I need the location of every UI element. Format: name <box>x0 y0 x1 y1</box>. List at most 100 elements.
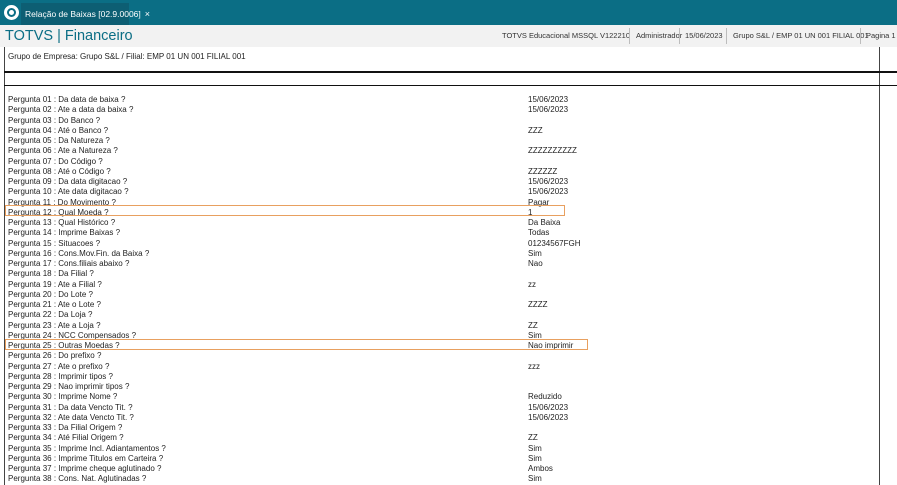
close-icon[interactable]: × <box>145 9 150 19</box>
question-label: Pergunta 31 : Da data Vencto Tit. ? <box>8 402 133 412</box>
question-label: Pergunta 04 : Até o Banco ? <box>8 125 109 135</box>
question-label: Pergunta 21 : Ate o Lote ? <box>8 300 101 309</box>
list-item: Pergunta 33 : Da Filial Origem ? <box>8 423 888 433</box>
divider <box>4 71 897 73</box>
branch-label[interactable]: Grupo S&L / EMP 01 UN 001 FILIAL 001 <box>733 25 869 47</box>
divider <box>860 28 861 44</box>
question-label: Pergunta 22 : Da Loja ? <box>8 310 93 320</box>
list-item: Pergunta 35 : Imprime Incl. Adiantamento… <box>8 444 888 454</box>
answer-value: Todas <box>528 228 550 238</box>
answer-value: ZZZ <box>528 125 543 135</box>
question-label: Pergunta 38 : Cons. Nat. Aglutinadas ? <box>8 474 147 484</box>
question-label: Pergunta 15 : Situacoes ? <box>8 238 101 248</box>
question-label: Pergunta 14 : Imprime Baixas ? <box>8 228 121 238</box>
list-item: Pergunta 17 : Cons.filiais abaixo ? Nao <box>8 259 888 269</box>
top-bar: Relação de Baixas [02.9.0006] × <box>0 0 897 25</box>
list-item: Pergunta 04 : Até o Banco ? ZZZ <box>8 126 888 136</box>
highlight-box <box>5 205 565 216</box>
question-label: Pergunta 06 : Ate a Natureza ? <box>8 146 118 156</box>
answer-value: Da Baixa <box>528 218 561 227</box>
list-item: Pergunta 03 : Do Banco ? <box>8 116 888 126</box>
answer-value: ZZZZZZZZZZ <box>528 146 577 156</box>
question-label: Pergunta 20 : Do Lote ? <box>8 289 93 299</box>
list-item: Pergunta 10 : Ate data digitacao ? 15/06/… <box>8 187 888 197</box>
list-item: Pergunta 16 : Cons.Mov.Fin. da Baixa ? Si… <box>8 249 888 259</box>
list-item: Pergunta 38 : Cons. Nat. Aglutinadas ? Si… <box>8 474 888 484</box>
answer-value: ZZZZ <box>528 300 548 309</box>
question-label: Pergunta 27 : Ate o prefixo ? <box>8 361 110 371</box>
list-item: Pergunta 02 : Ate a data da baixa ? 15/06… <box>8 105 888 115</box>
list-item: Pergunta 23 : Ate a Loja ? ZZ <box>8 321 888 331</box>
question-label: Pergunta 03 : Do Banco ? <box>8 115 101 125</box>
question-label: Pergunta 32 : Ate data Vencto Tit. ? <box>8 412 134 422</box>
list-item: Pergunta 27 : Ate o prefixo ? zzz <box>8 362 888 372</box>
tab-title: Relação de Baixas [02.9.0006] <box>25 9 141 19</box>
list-item: Pergunta 01 : Da data de baixa ? 15/06/20… <box>8 95 888 105</box>
question-label: Pergunta 09 : Da data digitacao ? <box>8 177 128 186</box>
answer-value: 15/06/2023 <box>528 412 569 422</box>
page-indicator: Pagina 1 de <box>866 31 897 40</box>
divider <box>629 28 630 44</box>
answer-value: ZZ <box>528 433 538 443</box>
list-item: Pergunta 37 : Imprime cheque aglutinado … <box>8 464 888 474</box>
question-label: Pergunta 10 : Ate data digitacao ? <box>8 187 129 197</box>
answer-value: Sim <box>528 453 542 463</box>
answer-value: 15/06/2023 <box>528 177 569 186</box>
question-label: Pergunta 05 : Da Natureza ? <box>8 136 110 145</box>
list-item: Pergunta 13 : Qual Histórico ? Da Baixa <box>8 218 888 228</box>
list-item: Pergunta 36 : Imprime Titulos em Carteir… <box>8 454 888 464</box>
list-item: Pergunta 08 : Até o Código ? ZZZZZZ <box>8 167 888 177</box>
app-header: TOTVS | Financeiro TOTVS Educacional MSS… <box>0 25 897 48</box>
report-preview: Grupo de Empresa: Grupo S&L / Filial: EM… <box>0 47 897 485</box>
question-label: Pergunta 07 : Do Código ? <box>8 156 103 166</box>
answer-value: Sim <box>528 474 542 484</box>
list-item: Pergunta 34 : Até Filial Origem ? ZZ <box>8 433 888 443</box>
divider <box>726 28 727 44</box>
question-label: Pergunta 18 : Da Filial ? <box>8 269 94 279</box>
answer-value: ZZZZZZ <box>528 166 558 176</box>
question-label: Pergunta 01 : Da data de baixa ? <box>8 95 126 104</box>
list-item: Pergunta 18 : Da Filial ? <box>8 269 888 279</box>
question-label: Pergunta 16 : Cons.Mov.Fin. da Baixa ? <box>8 248 150 258</box>
list-item: Pergunta 22 : Da Loja ? <box>8 310 888 320</box>
answer-value: zz <box>528 279 536 289</box>
answer-value: Nao <box>528 259 543 268</box>
tab-relacao-de-baixas[interactable]: Relação de Baixas [02.9.0006] × <box>21 3 150 25</box>
answer-value: 15/06/2023 <box>528 95 569 104</box>
answer-value: Sim <box>528 443 542 453</box>
answer-value: 15/06/2023 <box>528 402 569 412</box>
date-label: 15/06/2023 <box>685 31 723 40</box>
highlight-box <box>5 339 588 350</box>
list-item: Pergunta 19 : Ate a Filial ? zz <box>8 280 888 290</box>
answer-value: Reduzido <box>528 392 562 402</box>
list-item: Pergunta 21 : Ate o Lote ? ZZZZ <box>8 300 888 310</box>
answer-value: 15/06/2023 <box>528 105 569 115</box>
answer-value: 15/06/2023 <box>528 187 569 197</box>
question-label: Pergunta 26 : Do prefixo ? <box>8 351 102 361</box>
report-left-border <box>4 47 5 485</box>
group-line: Grupo de Empresa: Grupo S&L / Filial: EM… <box>8 52 246 61</box>
home-icon[interactable] <box>4 5 19 20</box>
list-item: Pergunta 31 : Da data Vencto Tit. ? 15/06… <box>8 403 888 413</box>
answer-value: Sim <box>528 248 542 258</box>
question-label: Pergunta 35 : Imprime Incl. Adiantamento… <box>8 443 166 453</box>
question-label: Pergunta 34 : Até Filial Origem ? <box>8 433 124 443</box>
question-label: Pergunta 23 : Ate a Loja ? <box>8 320 101 330</box>
question-label: Pergunta 02 : Ate a data da baixa ? <box>8 105 134 115</box>
divider <box>4 85 897 86</box>
app-title: TOTVS | Financeiro <box>5 28 133 44</box>
list-item: Pergunta 05 : Da Natureza ? <box>8 136 888 146</box>
answer-value: zzz <box>528 361 540 371</box>
list-item: Pergunta 15 : Situacoes ? 01234567FGH <box>8 239 888 249</box>
question-label: Pergunta 17 : Cons.filiais abaixo ? <box>8 259 130 268</box>
list-item: Pergunta 20 : Do Lote ? <box>8 290 888 300</box>
list-item: Pergunta 30 : Imprime Nome ? Reduzido <box>8 392 888 402</box>
question-label: Pergunta 33 : Da Filial Origem ? <box>8 423 123 432</box>
question-label: Pergunta 28 : Imprimir tipos ? <box>8 371 113 381</box>
user-label: Administrador <box>636 31 683 40</box>
list-item: Pergunta 06 : Ate a Natureza ? ZZZZZZZZZZ <box>8 146 888 156</box>
question-label: Pergunta 36 : Imprime Titulos em Carteir… <box>8 453 164 463</box>
list-item: Pergunta 29 : Nao imprimir tipos ? <box>8 382 888 392</box>
answer-value: ZZ <box>528 320 538 330</box>
divider <box>679 28 680 44</box>
